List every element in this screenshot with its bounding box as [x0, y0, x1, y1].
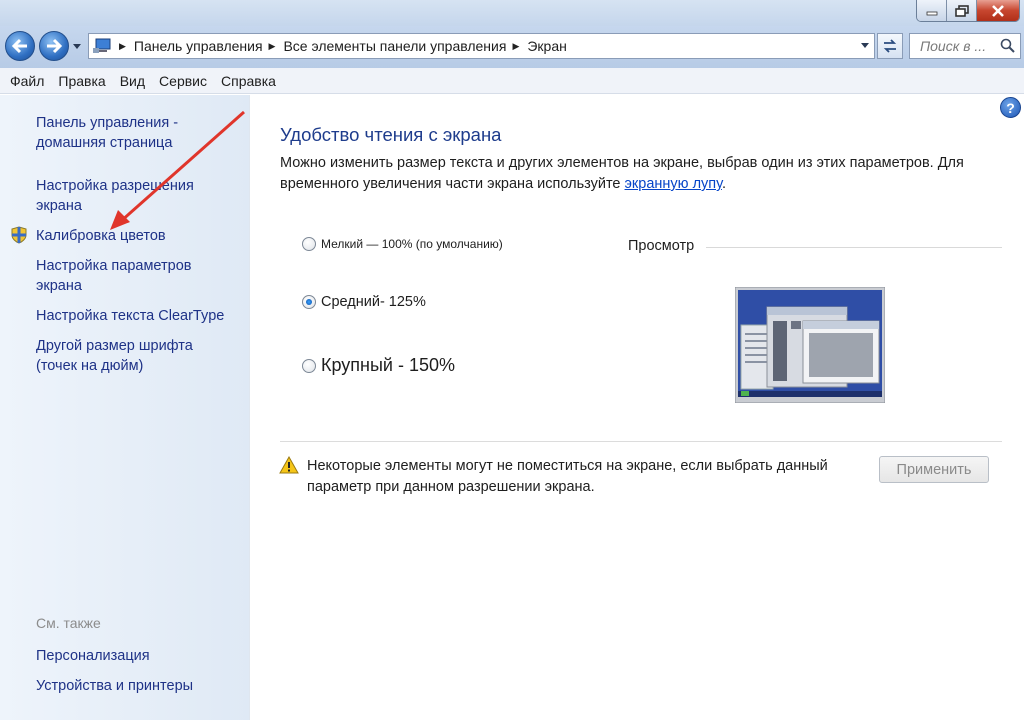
control-panel-icon [93, 38, 111, 53]
menu-help[interactable]: Справка [221, 73, 276, 89]
preview-thumbnail [735, 287, 885, 403]
address-dropdown-icon[interactable] [860, 42, 870, 50]
minimize-icon [926, 11, 937, 15]
option-small[interactable]: Мелкий — 100% (по умолчанию) [302, 237, 503, 251]
preview-divider [706, 247, 1002, 248]
radio-medium[interactable] [302, 295, 316, 309]
maximize-button[interactable] [947, 0, 977, 21]
maximize-icon [954, 4, 969, 17]
close-button[interactable] [977, 0, 1019, 21]
annotation-arrow-icon [110, 110, 245, 230]
preview-label: Просмотр [628, 238, 695, 254]
sidebar-link-cleartype[interactable]: Настройка текста ClearType [36, 306, 224, 326]
refresh-button[interactable] [877, 33, 903, 59]
breadcrumb-display[interactable]: ▶ Экран [512, 38, 566, 54]
magnifier-link[interactable]: экранную лупу [625, 176, 722, 192]
menu-tools[interactable]: Сервис [159, 73, 207, 89]
window-controls [916, 0, 1020, 22]
radio-large[interactable] [302, 358, 316, 373]
section-divider [280, 441, 1002, 442]
option-large[interactable]: Крупный - 150% [302, 355, 455, 376]
back-arrow-icon [11, 38, 27, 54]
search-input[interactable]: Поиск в ... [909, 33, 1021, 59]
see-also-heading: См. также [36, 615, 101, 631]
sidebar-link-dpi[interactable]: Другой размер шрифта (точек на дюйм) [36, 336, 193, 376]
warning-icon [279, 456, 299, 474]
address-bar[interactable]: ▶ Панель управления ▶ Все элементы панел… [88, 33, 875, 59]
apply-button[interactable]: Применить [879, 456, 989, 483]
menu-bar: Файл Правка Вид Сервис Справка [0, 68, 1024, 94]
breadcrumb-all-items[interactable]: ▶ Все элементы панели управления [269, 38, 507, 54]
close-icon [992, 4, 1004, 17]
minimize-button[interactable] [917, 0, 947, 21]
shield-icon [11, 226, 27, 244]
navigation-bar: ▶ Панель управления ▶ Все элементы панел… [0, 26, 1024, 68]
page-title: Удобство чтения с экрана [280, 124, 502, 145]
help-button[interactable]: ? [1000, 97, 1021, 118]
warning-message: Некоторые элементы могут не поместиться … [307, 458, 828, 495]
menu-file[interactable]: Файл [10, 73, 44, 89]
sidebar-link-devices-printers[interactable]: Устройства и принтеры [36, 676, 193, 696]
sidebar-link-personalization[interactable]: Персонализация [36, 646, 150, 666]
back-button[interactable] [5, 31, 35, 61]
help-icon: ? [1006, 99, 1015, 116]
menu-view[interactable]: Вид [120, 73, 145, 89]
sidebar-link-display-settings[interactable]: Настройка параметров экрана [36, 256, 191, 296]
menu-edit[interactable]: Правка [58, 73, 105, 89]
page-description: Можно изменить размер текста и других эл… [280, 155, 964, 192]
search-icon[interactable] [1000, 38, 1016, 54]
option-medium[interactable]: Средний- 125% [302, 294, 426, 310]
forward-arrow-icon [47, 38, 63, 54]
title-bar [0, 0, 1024, 26]
radio-small[interactable] [302, 237, 316, 251]
recent-pages-dropdown-icon[interactable] [72, 43, 82, 51]
breadcrumb-control-panel[interactable]: ▶ Панель управления [119, 38, 263, 54]
forward-button[interactable] [39, 31, 69, 61]
refresh-icon [883, 39, 897, 53]
